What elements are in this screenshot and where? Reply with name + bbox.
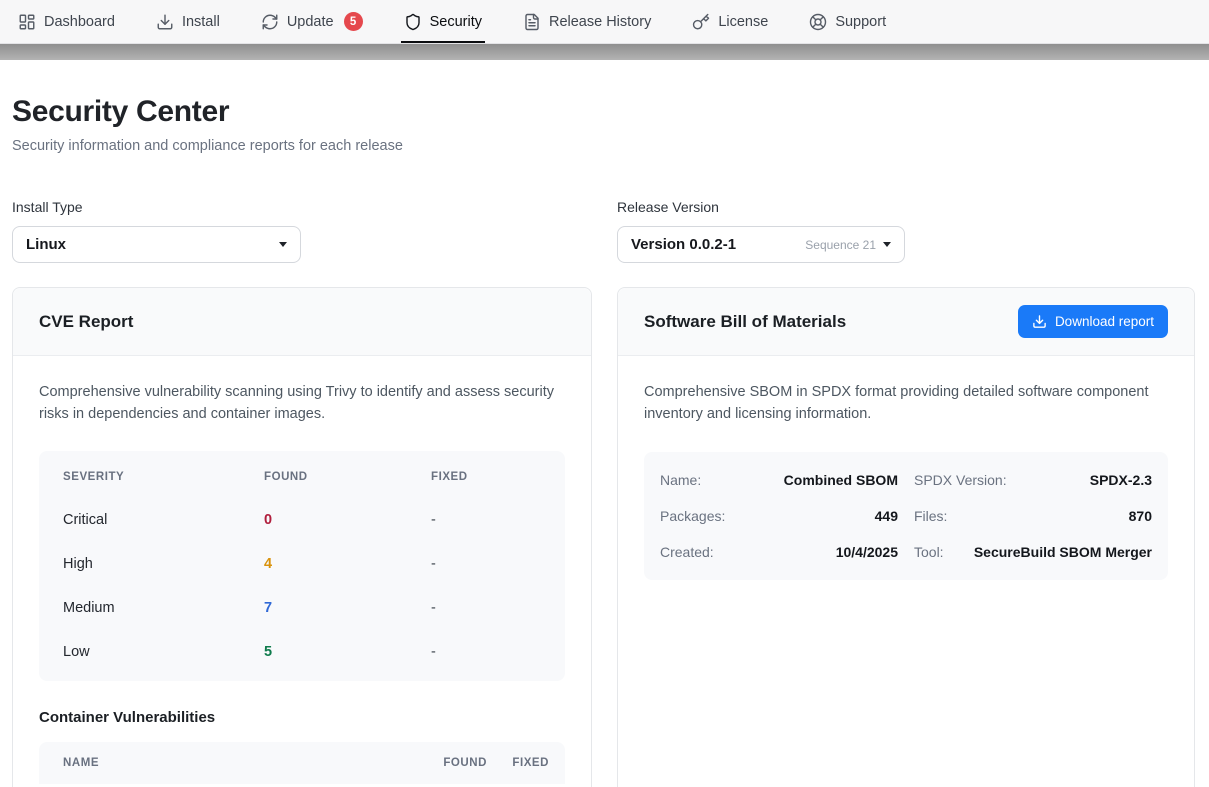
info-value: 870 <box>1129 508 1152 524</box>
tab-label: Security <box>430 14 482 30</box>
tab-label: Support <box>835 14 886 30</box>
release-version-value: Version 0.0.2-1 <box>631 236 736 253</box>
cve-description: Comprehensive vulnerability scanning usi… <box>39 382 565 425</box>
container-vulnerabilities-title: Container Vulnerabilities <box>39 709 565 726</box>
col-found: FOUND <box>264 471 431 483</box>
toolbar-shadow-strip <box>0 44 1209 60</box>
found-count: 7 <box>264 600 431 616</box>
info-spdx-version: SPDX Version: SPDX-2.3 <box>914 462 1152 498</box>
tab-support[interactable]: Support <box>809 0 886 43</box>
cve-report-card: CVE Report Comprehensive vulnerability s… <box>12 287 592 787</box>
col-severity: SEVERITY <box>63 471 264 483</box>
info-created: Created: 10/4/2025 <box>660 534 898 570</box>
info-name: Name: Combined SBOM <box>660 462 898 498</box>
col-fixed: FIXED <box>431 471 541 483</box>
lifebuoy-icon <box>809 13 827 31</box>
info-files: Files: 870 <box>914 498 1152 534</box>
found-count: 0 <box>264 512 431 528</box>
tab-label: Install <box>182 14 220 30</box>
info-value: 449 <box>875 508 898 524</box>
release-version-label: Release Version <box>617 199 1195 215</box>
severity-table: SEVERITY FOUND FIXED Critical 0 - High 4… <box>39 451 565 681</box>
install-type-field: Install Type Linux <box>12 199 592 263</box>
refresh-icon <box>261 13 279 31</box>
release-version-field: Release Version Version 0.0.2-1 Sequence… <box>617 199 1195 263</box>
container-table-header: NAME FOUND FIXED <box>39 742 565 784</box>
col-name: NAME <box>63 757 401 769</box>
update-count-badge: 5 <box>344 12 363 31</box>
tab-release-history[interactable]: Release History <box>523 0 651 43</box>
tab-label: Dashboard <box>44 14 115 30</box>
chevron-down-icon <box>883 242 891 247</box>
key-icon <box>692 13 710 31</box>
tab-security[interactable]: Security <box>404 0 482 43</box>
sbom-card-header: Software Bill of Materials Download repo… <box>618 288 1194 356</box>
table-row: High 4 - <box>39 542 565 586</box>
release-sequence-meta: Sequence 21 <box>805 238 876 252</box>
table-row: Medium 7 - <box>39 586 565 630</box>
sbom-card-title: Software Bill of Materials <box>644 312 846 332</box>
info-label: Created: <box>660 544 714 560</box>
cve-card-title: CVE Report <box>39 312 133 332</box>
info-label: Tool: <box>914 544 944 560</box>
cve-card-header: CVE Report <box>13 288 591 356</box>
cards-row: CVE Report Comprehensive vulnerability s… <box>12 287 1197 787</box>
sbom-description: Comprehensive SBOM in SPDX format provid… <box>644 382 1168 425</box>
install-type-value: Linux <box>26 236 66 253</box>
info-value: SPDX-2.3 <box>1090 472 1152 488</box>
filters-row: Install Type Linux Release Version Versi… <box>12 199 1197 263</box>
info-value: Combined SBOM <box>784 472 898 488</box>
download-icon <box>1032 314 1047 329</box>
top-navigation: Dashboard Install Update 5 Security Rele… <box>0 0 1209 44</box>
fixed-count: - <box>431 600 541 616</box>
info-packages: Packages: 449 <box>660 498 898 534</box>
info-label: SPDX Version: <box>914 472 1007 488</box>
severity-label: High <box>63 556 264 572</box>
info-label: Files: <box>914 508 947 524</box>
dashboard-icon <box>18 13 36 31</box>
severity-table-header: SEVERITY FOUND FIXED <box>39 456 565 498</box>
download-report-label: Download report <box>1055 314 1154 329</box>
release-version-select[interactable]: Version 0.0.2-1 Sequence 21 <box>617 226 905 263</box>
file-text-icon <box>523 13 541 31</box>
tab-label: Release History <box>549 14 651 30</box>
tab-install[interactable]: Install <box>156 0 220 43</box>
fixed-count: - <box>431 644 541 660</box>
tab-dashboard[interactable]: Dashboard <box>18 0 115 43</box>
fixed-count: - <box>431 512 541 528</box>
shield-icon <box>404 13 422 31</box>
found-count: 5 <box>264 644 431 660</box>
tab-label: License <box>718 14 768 30</box>
page-subtitle: Security information and compliance repo… <box>12 138 1197 154</box>
table-row: Low 5 - <box>39 630 565 674</box>
chevron-down-icon <box>279 242 287 247</box>
sbom-info-panel: Name: Combined SBOM SPDX Version: SPDX-2… <box>644 452 1168 580</box>
install-type-label: Install Type <box>12 199 592 215</box>
info-value: 10/4/2025 <box>836 544 898 560</box>
tab-license[interactable]: License <box>692 0 768 43</box>
main-content: Security Center Security information and… <box>0 94 1209 787</box>
severity-label: Low <box>63 644 264 660</box>
table-row: Critical 0 - <box>39 498 565 542</box>
tab-update[interactable]: Update 5 <box>261 0 363 43</box>
col-fixed: FIXED <box>487 757 549 769</box>
info-tool: Tool: SecureBuild SBOM Merger <box>914 534 1152 570</box>
install-type-select[interactable]: Linux <box>12 226 301 263</box>
download-report-button[interactable]: Download report <box>1018 305 1168 338</box>
tab-label: Update <box>287 14 334 30</box>
sbom-card-body: Comprehensive SBOM in SPDX format provid… <box>618 356 1194 606</box>
severity-label: Medium <box>63 600 264 616</box>
col-found: FOUND <box>401 757 487 769</box>
info-label: Packages: <box>660 508 725 524</box>
fixed-count: - <box>431 556 541 572</box>
severity-label: Critical <box>63 512 264 528</box>
cve-card-body: Comprehensive vulnerability scanning usi… <box>13 356 591 787</box>
info-value: SecureBuild SBOM Merger <box>974 544 1152 560</box>
info-label: Name: <box>660 472 701 488</box>
page-title: Security Center <box>12 94 1197 130</box>
found-count: 4 <box>264 556 431 572</box>
download-icon <box>156 13 174 31</box>
sbom-card: Software Bill of Materials Download repo… <box>617 287 1195 787</box>
